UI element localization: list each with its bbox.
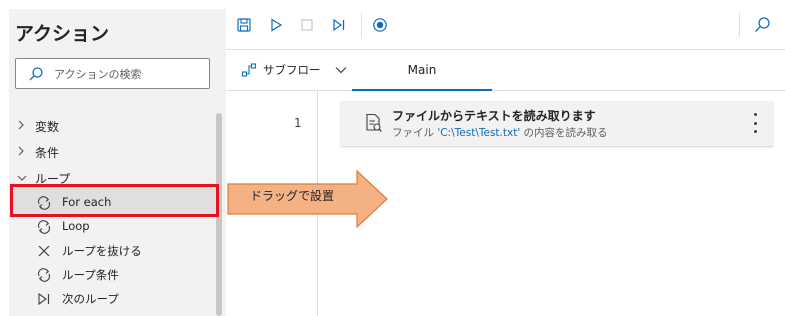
loop-icon — [37, 268, 51, 282]
designer-toolbar — [226, 0, 785, 50]
search-button[interactable] — [752, 15, 772, 35]
action-item-label: 次のループ — [62, 292, 119, 306]
stop-button[interactable] — [297, 15, 317, 35]
search-icon — [755, 17, 770, 32]
stop-icon — [301, 19, 313, 31]
loop-icon — [37, 220, 51, 234]
record-button[interactable] — [370, 15, 390, 35]
search-icon — [29, 67, 43, 81]
action-search-input[interactable] — [54, 64, 204, 84]
action-item-exit-loop[interactable]: ループを抜ける — [0, 240, 205, 262]
subflow-label: サブフロー — [263, 63, 321, 77]
run-button[interactable] — [266, 15, 286, 35]
line-number: 1 — [294, 116, 302, 130]
action-item-next-loop[interactable]: 次のループ — [0, 288, 205, 310]
step-icon — [333, 18, 345, 32]
tab-main[interactable]: Main — [352, 50, 492, 91]
actions-pane-title: アクション — [15, 23, 110, 45]
exit-loop-icon — [38, 245, 50, 257]
next-loop-icon — [38, 292, 50, 306]
chevron-down-icon — [335, 63, 347, 77]
read-file-icon — [366, 113, 382, 132]
flow-action-read-text[interactable]: ファイルからテキストを読み取ります ファイル 'C:\Test\Test.txt… — [341, 101, 773, 146]
more-options-icon[interactable] — [749, 113, 761, 133]
run-icon — [271, 18, 283, 32]
toolbar-separator — [739, 13, 740, 37]
chevron-down-icon — [17, 172, 29, 185]
action-desc-prefix: ファイル — [392, 127, 438, 139]
action-item-loop[interactable]: Loop — [0, 216, 205, 238]
action-item-label: Loop — [62, 219, 90, 233]
app-window: アクション 変数 条件 — [0, 0, 785, 316]
action-item-label: ループを抜ける — [62, 244, 142, 258]
chevron-right-icon — [17, 146, 29, 159]
chevron-right-icon — [17, 120, 29, 133]
action-item-label: For each — [62, 195, 112, 209]
action-search-box[interactable] — [15, 58, 210, 89]
action-description: ファイル 'C:\Test\Test.txt' の内容を読み取る — [392, 125, 608, 140]
subflow-icon — [241, 63, 257, 77]
drag-callout-text: ドラッグで設置 — [249, 189, 334, 203]
action-desc-suffix: の内容を読み取る — [520, 127, 608, 139]
save-button[interactable] — [234, 15, 254, 35]
flow-tab-bar: サブフロー Main — [226, 50, 785, 91]
record-icon — [373, 18, 387, 32]
action-title: ファイルからテキストを読み取ります — [392, 109, 596, 123]
tree-group-label: 条件 — [35, 145, 60, 160]
tree-group-conditions[interactable]: 条件 — [9, 141, 214, 163]
toolbar-separator — [361, 13, 362, 37]
action-item-loop-condition[interactable]: ループ条件 — [0, 264, 205, 286]
step-button[interactable] — [329, 15, 349, 35]
action-desc-path: 'C:\Test\Test.txt' — [437, 127, 521, 139]
action-item-label: ループ条件 — [62, 268, 119, 282]
tree-group-label: 変数 — [35, 119, 60, 134]
save-icon — [237, 18, 251, 32]
action-item-for-each[interactable]: For each — [0, 192, 205, 214]
tree-group-variables[interactable]: 変数 — [9, 115, 214, 137]
subflow-dropdown[interactable]: サブフロー — [241, 62, 347, 78]
loop-icon — [37, 196, 51, 210]
